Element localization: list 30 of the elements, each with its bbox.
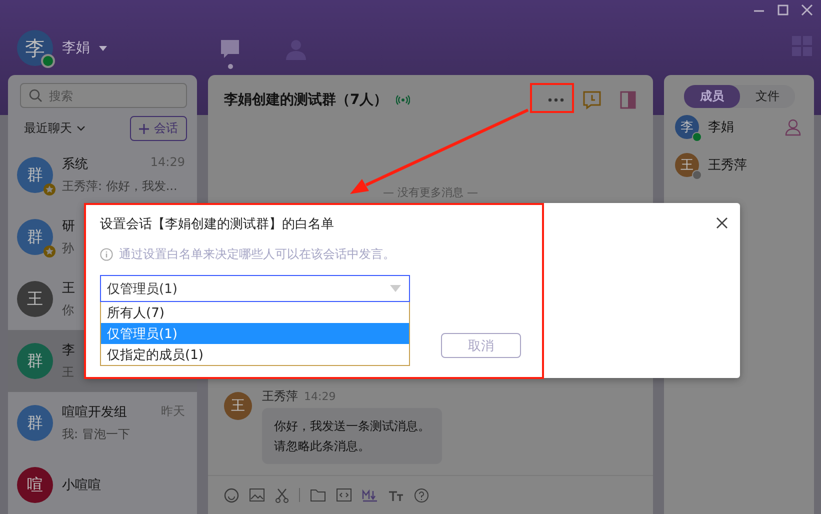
chat-name: 李 [62, 342, 75, 359]
chat-avatar: 群 [17, 157, 53, 193]
message-bubble: 你好，我发送一条测试消息。 请忽略此条消息。 [262, 408, 442, 464]
chat-avatar: 群 [17, 219, 53, 255]
no-more-messages: — 没有更多消息 — [383, 185, 478, 200]
member-avatar: 李 [675, 115, 699, 139]
chat-avatar: 王 [17, 281, 53, 317]
member-name: 李娟 [708, 119, 735, 136]
sender-avatar: 王 [224, 392, 252, 420]
hint-text: 通过设置白名单来决定哪些人可以在该会话中发言。 [119, 246, 395, 263]
chat-preview: 王秀萍: 你好，我发... [62, 178, 178, 195]
chat-title: 李娟创建的测试群（7人） [224, 91, 388, 109]
chat-name: 王 [62, 280, 75, 297]
dialog-title: 设置会话【李娟创建的测试群】的白名单 [100, 216, 334, 233]
chat-name: 喧喧开发组 [62, 404, 127, 421]
chat-avatar: 群 [17, 343, 53, 379]
chat-time: 14:29 [150, 155, 185, 171]
chat-name: 研 [62, 218, 75, 235]
chat-preview: 你 [62, 302, 74, 319]
message-time: 14:29 [304, 390, 336, 403]
chat-preview: 我: 冒泡一下 [62, 426, 130, 443]
member-name: 王秀萍 [708, 157, 748, 174]
chat-avatar: 群 [17, 405, 53, 441]
member-avatar: 王 [675, 153, 699, 177]
sender-name: 王秀萍 [262, 388, 298, 405]
chat-name: 系统 [62, 156, 88, 173]
chat-avatar: 喧 [17, 467, 53, 503]
chat-time: 昨天 [161, 403, 185, 420]
chat-preview: 孙 [62, 240, 74, 257]
chat-name: 小喧喧 [62, 477, 101, 494]
